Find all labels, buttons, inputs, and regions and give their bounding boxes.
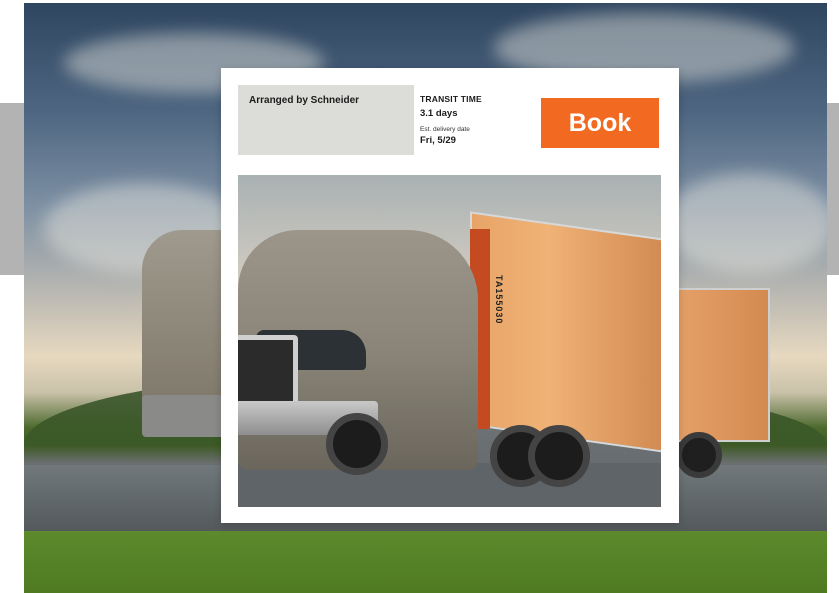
truck-photo: TA155030 <box>238 175 661 507</box>
book-button[interactable]: Book <box>541 98 659 148</box>
background-wheel <box>676 432 722 478</box>
transit-info: TRANSIT TIME 3.1 days Est. delivery date… <box>420 94 482 146</box>
shipment-quote-card: Arranged by Schneider TRANSIT TIME 3.1 d… <box>221 68 679 523</box>
delivery-date-value: Fri, 5/29 <box>420 135 456 146</box>
cloud <box>664 173 827 273</box>
drive-wheel <box>528 425 590 487</box>
trailer-number: TA155030 <box>494 275 504 325</box>
front-wheel <box>326 413 388 475</box>
carrier-label-box: Arranged by Schneider <box>238 85 414 155</box>
delivery-date-label: Est. delivery date <box>420 126 470 133</box>
left-side-bar <box>0 103 24 275</box>
roadside-grass <box>24 531 827 593</box>
transit-time-value: 3.1 days <box>420 108 458 119</box>
right-side-bar <box>827 103 839 275</box>
trailer <box>470 211 661 453</box>
grille <box>238 335 298 411</box>
arranged-by-label: Arranged by Schneider <box>249 95 360 106</box>
transit-time-label: TRANSIT TIME <box>420 94 482 104</box>
